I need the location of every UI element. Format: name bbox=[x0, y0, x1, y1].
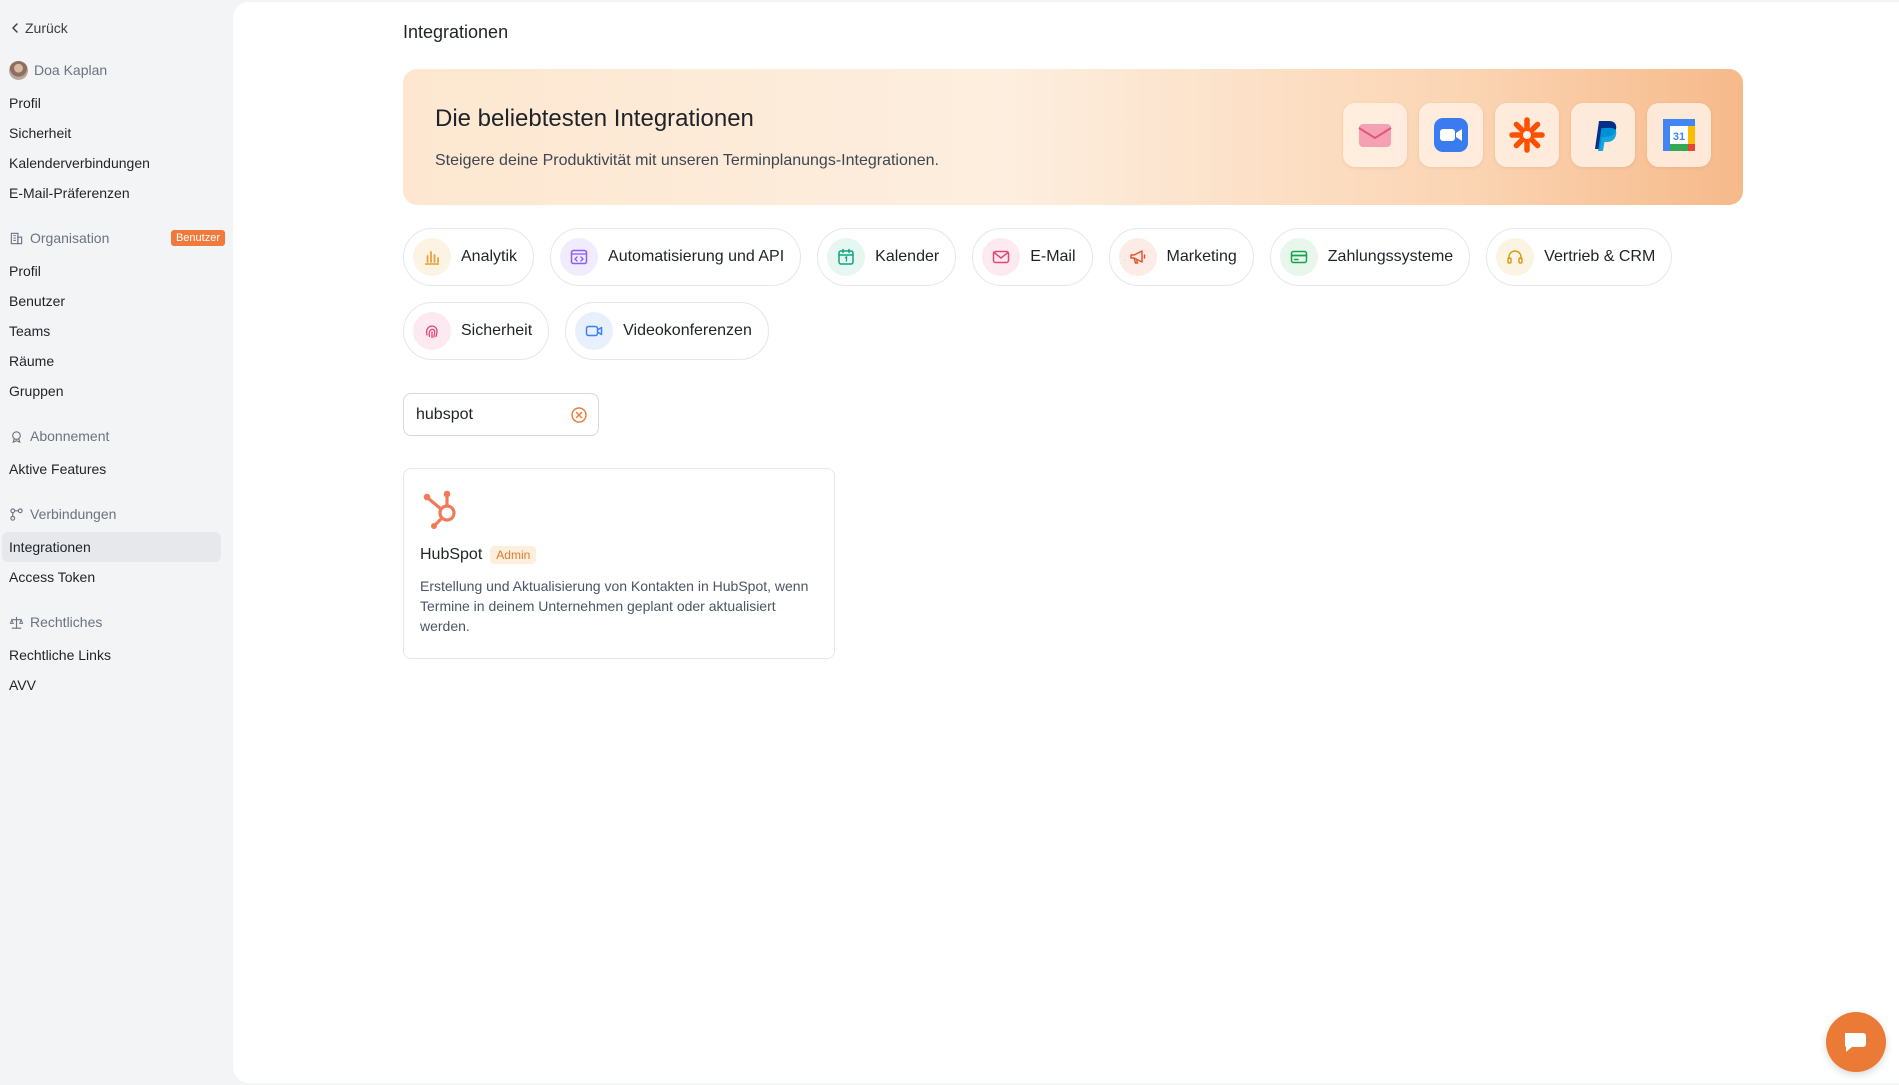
chat-bubble-icon bbox=[1844, 1033, 1866, 1052]
sidebar-item-org-profil[interactable]: Profil bbox=[8, 256, 225, 286]
calendar-icon bbox=[827, 238, 866, 276]
zapier-icon[interactable] bbox=[1495, 103, 1559, 167]
user-name: Doa Kaplan bbox=[34, 62, 108, 78]
category-label: Kalender bbox=[875, 248, 940, 265]
sidebar-item-raeume[interactable]: Räume bbox=[8, 346, 225, 376]
integration-title: HubSpot bbox=[420, 546, 483, 563]
sidebar-item-sicherheit[interactable]: Sicherheit bbox=[8, 118, 225, 148]
admin-badge: Admin bbox=[490, 546, 537, 564]
hubspot-icon bbox=[423, 490, 456, 529]
category-label: Zahlungssysteme bbox=[1327, 248, 1454, 265]
search-box bbox=[403, 393, 599, 436]
sidebar: Zurück Doa Kaplan Profil Sicherheit Kale… bbox=[0, 0, 233, 1085]
sidebar-item-teams[interactable]: Teams bbox=[8, 316, 225, 346]
category-label: Videokonferenzen bbox=[623, 322, 752, 339]
fingerprint-icon bbox=[413, 312, 451, 350]
page-title: Integrationen bbox=[403, 22, 509, 42]
category-chip-sicherheit[interactable]: Sicherheit bbox=[403, 302, 550, 360]
section-user: Doa Kaplan bbox=[8, 58, 225, 82]
code-window-icon bbox=[560, 238, 599, 276]
category-label: Sicherheit bbox=[461, 322, 533, 339]
connections-icon bbox=[10, 507, 23, 521]
banner-subtitle: Steigere deine Produktivität mit unseren… bbox=[435, 152, 939, 169]
section-rechtliches: Rechtliches bbox=[8, 610, 225, 634]
category-chip-videokonferenzen[interactable]: Videokonferenzen bbox=[565, 302, 769, 360]
scales-icon bbox=[9, 616, 24, 629]
popular-integrations-banner: Die beliebtesten Integrationen Steigere … bbox=[403, 69, 1743, 205]
bar-chart-icon bbox=[413, 238, 451, 276]
section-label: Organisation bbox=[30, 230, 110, 246]
sidebar-item-rechtliche-links[interactable]: Rechtliche Links bbox=[8, 640, 225, 670]
sidebar-item-benutzer[interactable]: Benutzer bbox=[8, 286, 225, 316]
section-verbindungen: Verbindungen bbox=[8, 502, 225, 526]
section-label: Rechtliches bbox=[30, 614, 103, 630]
category-label: Automatisierung und API bbox=[608, 248, 785, 265]
category-chip-marketing[interactable]: Marketing bbox=[1108, 228, 1254, 286]
sidebar-item-aktive-features[interactable]: Aktive Features bbox=[8, 454, 225, 484]
chat-button[interactable] bbox=[1826, 1012, 1886, 1072]
category-chip-analytik[interactable]: Analytik bbox=[403, 228, 535, 286]
section-abonnement: Abonnement bbox=[8, 424, 225, 448]
sidebar-item-avv[interactable]: AVV bbox=[8, 670, 225, 700]
mail-icon bbox=[982, 238, 1021, 276]
section-organisation: Organisation Benutzer bbox=[8, 226, 225, 250]
avatar bbox=[9, 60, 28, 80]
chevron-left-icon bbox=[12, 23, 18, 33]
category-label: Vertrieb & CRM bbox=[1544, 248, 1656, 265]
section-label: Abonnement bbox=[30, 428, 110, 444]
category-label: E-Mail bbox=[1030, 248, 1076, 265]
integration-card-hubspot[interactable]: HubSpot Admin Erstellung und Aktualisier… bbox=[403, 468, 835, 659]
banner-title: Die beliebtesten Integrationen bbox=[435, 105, 754, 132]
back-link[interactable]: Zurück bbox=[8, 16, 225, 40]
calendar-day-label: 31 bbox=[1673, 131, 1685, 143]
category-chip-email[interactable]: E-Mail bbox=[972, 228, 1093, 286]
sidebar-item-kalenderverbindungen[interactable]: Kalenderverbindungen bbox=[8, 148, 225, 178]
back-label: Zurück bbox=[25, 20, 68, 36]
search-input[interactable] bbox=[416, 405, 570, 424]
category-chip-zahlungssysteme[interactable]: Zahlungssysteme bbox=[1269, 228, 1471, 286]
banner-icons: 31 bbox=[1343, 103, 1711, 167]
section-label: Verbindungen bbox=[30, 506, 117, 522]
category-label: Marketing bbox=[1166, 248, 1237, 265]
badge-icon bbox=[12, 430, 21, 443]
sidebar-item-access-token[interactable]: Access Token bbox=[8, 562, 225, 592]
category-label: Analytik bbox=[461, 248, 518, 265]
role-badge: Benutzer bbox=[170, 230, 225, 246]
category-filter: Analytik Automatisierung und API Kalende… bbox=[403, 228, 1743, 360]
category-chip-automatisierung[interactable]: Automatisierung und API bbox=[550, 228, 802, 286]
category-chip-kalender[interactable]: Kalender bbox=[817, 228, 957, 286]
card-title-row: HubSpot Admin bbox=[420, 546, 818, 564]
megaphone-icon bbox=[1118, 238, 1157, 276]
video-icon bbox=[575, 312, 614, 350]
integration-description: Erstellung und Aktualisierung von Kontak… bbox=[420, 578, 809, 634]
sidebar-item-gruppen[interactable]: Gruppen bbox=[8, 376, 225, 406]
building-icon bbox=[10, 232, 23, 244]
paypal-icon[interactable] bbox=[1571, 103, 1635, 167]
sidebar-item-profil[interactable]: Profil bbox=[8, 88, 225, 118]
main-panel: Integrationen Die beliebtesten Integrati… bbox=[233, 2, 1899, 1083]
zoom-icon[interactable] bbox=[1419, 103, 1483, 167]
clear-search-icon[interactable] bbox=[570, 406, 588, 424]
google-calendar-icon[interactable]: 31 bbox=[1647, 103, 1711, 167]
mail-app-icon[interactable] bbox=[1343, 103, 1407, 167]
credit-card-icon bbox=[1279, 238, 1318, 276]
sidebar-item-integrationen[interactable]: Integrationen bbox=[2, 532, 221, 562]
sidebar-item-email-praeferenzen[interactable]: E-Mail-Präferenzen bbox=[8, 178, 225, 208]
headset-icon bbox=[1496, 238, 1535, 276]
category-chip-vertrieb-crm[interactable]: Vertrieb & CRM bbox=[1486, 228, 1673, 286]
